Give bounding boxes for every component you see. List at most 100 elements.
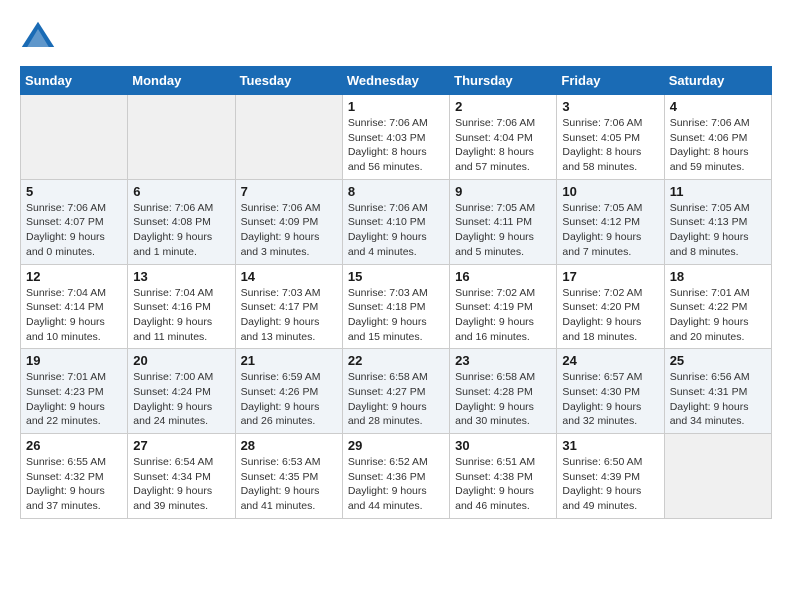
day-info: Sunrise: 7:06 AM Sunset: 4:10 PM Dayligh… (348, 201, 444, 260)
day-info: Sunrise: 7:06 AM Sunset: 4:08 PM Dayligh… (133, 201, 229, 260)
day-info: Sunrise: 6:52 AM Sunset: 4:36 PM Dayligh… (348, 455, 444, 514)
day-info: Sunrise: 6:50 AM Sunset: 4:39 PM Dayligh… (562, 455, 658, 514)
calendar-cell (664, 434, 771, 519)
day-number: 24 (562, 353, 658, 368)
day-info: Sunrise: 7:06 AM Sunset: 4:05 PM Dayligh… (562, 116, 658, 175)
day-number: 14 (241, 269, 337, 284)
day-number: 20 (133, 353, 229, 368)
day-info: Sunrise: 7:06 AM Sunset: 4:09 PM Dayligh… (241, 201, 337, 260)
day-info: Sunrise: 7:00 AM Sunset: 4:24 PM Dayligh… (133, 370, 229, 429)
calendar-cell: 11 Sunrise: 7:05 AM Sunset: 4:13 PM Dayli… (664, 179, 771, 264)
day-number: 1 (348, 99, 444, 114)
calendar-cell: 6Sunrise: 7:06 AM Sunset: 4:08 PM Daylig… (128, 179, 235, 264)
day-info: Sunrise: 7:01 AM Sunset: 4:23 PM Dayligh… (26, 370, 122, 429)
day-number: 29 (348, 438, 444, 453)
day-number: 2 (455, 99, 551, 114)
day-info: Sunrise: 7:02 AM Sunset: 4:20 PM Dayligh… (562, 286, 658, 345)
day-info: Sunrise: 6:54 AM Sunset: 4:34 PM Dayligh… (133, 455, 229, 514)
calendar-cell: 25 Sunrise: 6:56 AM Sunset: 4:31 PM Dayli… (664, 349, 771, 434)
logo (20, 20, 62, 56)
calendar-cell: 18 Sunrise: 7:01 AM Sunset: 4:22 PM Dayli… (664, 264, 771, 349)
calendar-cell: 15 Sunrise: 7:03 AM Sunset: 4:18 PM Dayli… (342, 264, 449, 349)
calendar-cell: 19 Sunrise: 7:01 AM Sunset: 4:23 PM Dayli… (21, 349, 128, 434)
calendar-cell: 13 Sunrise: 7:04 AM Sunset: 4:16 PM Dayli… (128, 264, 235, 349)
day-number: 13 (133, 269, 229, 284)
day-info: Sunrise: 6:58 AM Sunset: 4:28 PM Dayligh… (455, 370, 551, 429)
calendar-cell: 24Sunrise: 6:57 AM Sunset: 4:30 PM Dayli… (557, 349, 664, 434)
day-number: 19 (26, 353, 122, 368)
calendar-cell: 28Sunrise: 6:53 AM Sunset: 4:35 PM Dayli… (235, 434, 342, 519)
day-of-week-header: Monday (128, 67, 235, 95)
day-info: Sunrise: 7:02 AM Sunset: 4:19 PM Dayligh… (455, 286, 551, 345)
day-info: Sunrise: 7:01 AM Sunset: 4:22 PM Dayligh… (670, 286, 766, 345)
calendar-cell: 5 Sunrise: 7:06 AM Sunset: 4:07 PM Daylig… (21, 179, 128, 264)
day-info: Sunrise: 6:58 AM Sunset: 4:27 PM Dayligh… (348, 370, 444, 429)
day-info: Sunrise: 7:05 AM Sunset: 4:11 PM Dayligh… (455, 201, 551, 260)
calendar-cell: 20 Sunrise: 7:00 AM Sunset: 4:24 PM Dayli… (128, 349, 235, 434)
day-info: Sunrise: 7:06 AM Sunset: 4:06 PM Dayligh… (670, 116, 766, 175)
calendar-cell: 22 Sunrise: 6:58 AM Sunset: 4:27 PM Dayli… (342, 349, 449, 434)
page-header (20, 20, 772, 56)
day-number: 15 (348, 269, 444, 284)
calendar-week-row: 26 Sunrise: 6:55 AM Sunset: 4:32 PM Dayli… (21, 434, 772, 519)
calendar-cell: 16 Sunrise: 7:02 AM Sunset: 4:19 PM Dayli… (450, 264, 557, 349)
calendar-cell: 7Sunrise: 7:06 AM Sunset: 4:09 PM Daylig… (235, 179, 342, 264)
day-number: 11 (670, 184, 766, 199)
day-info: Sunrise: 7:06 AM Sunset: 4:04 PM Dayligh… (455, 116, 551, 175)
day-info: Sunrise: 7:06 AM Sunset: 4:07 PM Dayligh… (26, 201, 122, 260)
calendar-header-row: SundayMondayTuesdayWednesdayThursdayFrid… (21, 67, 772, 95)
day-info: Sunrise: 7:04 AM Sunset: 4:16 PM Dayligh… (133, 286, 229, 345)
calendar-cell: 30 Sunrise: 6:51 AM Sunset: 4:38 PM Dayli… (450, 434, 557, 519)
day-info: Sunrise: 7:06 AM Sunset: 4:03 PM Dayligh… (348, 116, 444, 175)
day-info: Sunrise: 7:03 AM Sunset: 4:18 PM Dayligh… (348, 286, 444, 345)
calendar-cell: 8 Sunrise: 7:06 AM Sunset: 4:10 PM Daylig… (342, 179, 449, 264)
day-of-week-header: Friday (557, 67, 664, 95)
day-number: 5 (26, 184, 122, 199)
calendar-cell: 3 Sunrise: 7:06 AM Sunset: 4:05 PM Daylig… (557, 95, 664, 180)
day-info: Sunrise: 7:04 AM Sunset: 4:14 PM Dayligh… (26, 286, 122, 345)
day-info: Sunrise: 6:51 AM Sunset: 4:38 PM Dayligh… (455, 455, 551, 514)
calendar-week-row: 1 Sunrise: 7:06 AM Sunset: 4:03 PM Daylig… (21, 95, 772, 180)
day-info: Sunrise: 6:59 AM Sunset: 4:26 PM Dayligh… (241, 370, 337, 429)
calendar-cell: 14 Sunrise: 7:03 AM Sunset: 4:17 PM Dayli… (235, 264, 342, 349)
day-number: 8 (348, 184, 444, 199)
day-of-week-header: Saturday (664, 67, 771, 95)
day-of-week-header: Wednesday (342, 67, 449, 95)
day-number: 10 (562, 184, 658, 199)
day-number: 3 (562, 99, 658, 114)
logo-icon (20, 20, 56, 56)
day-number: 25 (670, 353, 766, 368)
day-number: 23 (455, 353, 551, 368)
calendar-cell: 1 Sunrise: 7:06 AM Sunset: 4:03 PM Daylig… (342, 95, 449, 180)
day-of-week-header: Thursday (450, 67, 557, 95)
calendar-cell: 31 Sunrise: 6:50 AM Sunset: 4:39 PM Dayli… (557, 434, 664, 519)
day-of-week-header: Tuesday (235, 67, 342, 95)
day-info: Sunrise: 7:05 AM Sunset: 4:12 PM Dayligh… (562, 201, 658, 260)
day-number: 12 (26, 269, 122, 284)
day-info: Sunrise: 7:03 AM Sunset: 4:17 PM Dayligh… (241, 286, 337, 345)
day-info: Sunrise: 6:55 AM Sunset: 4:32 PM Dayligh… (26, 455, 122, 514)
day-number: 16 (455, 269, 551, 284)
day-number: 17 (562, 269, 658, 284)
calendar-week-row: 5 Sunrise: 7:06 AM Sunset: 4:07 PM Daylig… (21, 179, 772, 264)
calendar-cell: 9 Sunrise: 7:05 AM Sunset: 4:11 PM Daylig… (450, 179, 557, 264)
calendar-cell: 23 Sunrise: 6:58 AM Sunset: 4:28 PM Dayli… (450, 349, 557, 434)
day-number: 18 (670, 269, 766, 284)
calendar-cell (235, 95, 342, 180)
calendar-table: SundayMondayTuesdayWednesdayThursdayFrid… (20, 66, 772, 519)
day-number: 21 (241, 353, 337, 368)
calendar-cell: 29 Sunrise: 6:52 AM Sunset: 4:36 PM Dayli… (342, 434, 449, 519)
calendar-cell: 26 Sunrise: 6:55 AM Sunset: 4:32 PM Dayli… (21, 434, 128, 519)
day-number: 22 (348, 353, 444, 368)
calendar-cell (21, 95, 128, 180)
day-number: 31 (562, 438, 658, 453)
day-info: Sunrise: 7:05 AM Sunset: 4:13 PM Dayligh… (670, 201, 766, 260)
calendar-cell: 21 Sunrise: 6:59 AM Sunset: 4:26 PM Dayli… (235, 349, 342, 434)
calendar-cell: 12 Sunrise: 7:04 AM Sunset: 4:14 PM Dayli… (21, 264, 128, 349)
calendar-cell: 10 Sunrise: 7:05 AM Sunset: 4:12 PM Dayli… (557, 179, 664, 264)
day-number: 9 (455, 184, 551, 199)
day-number: 30 (455, 438, 551, 453)
day-number: 26 (26, 438, 122, 453)
calendar-week-row: 19 Sunrise: 7:01 AM Sunset: 4:23 PM Dayli… (21, 349, 772, 434)
day-info: Sunrise: 6:56 AM Sunset: 4:31 PM Dayligh… (670, 370, 766, 429)
